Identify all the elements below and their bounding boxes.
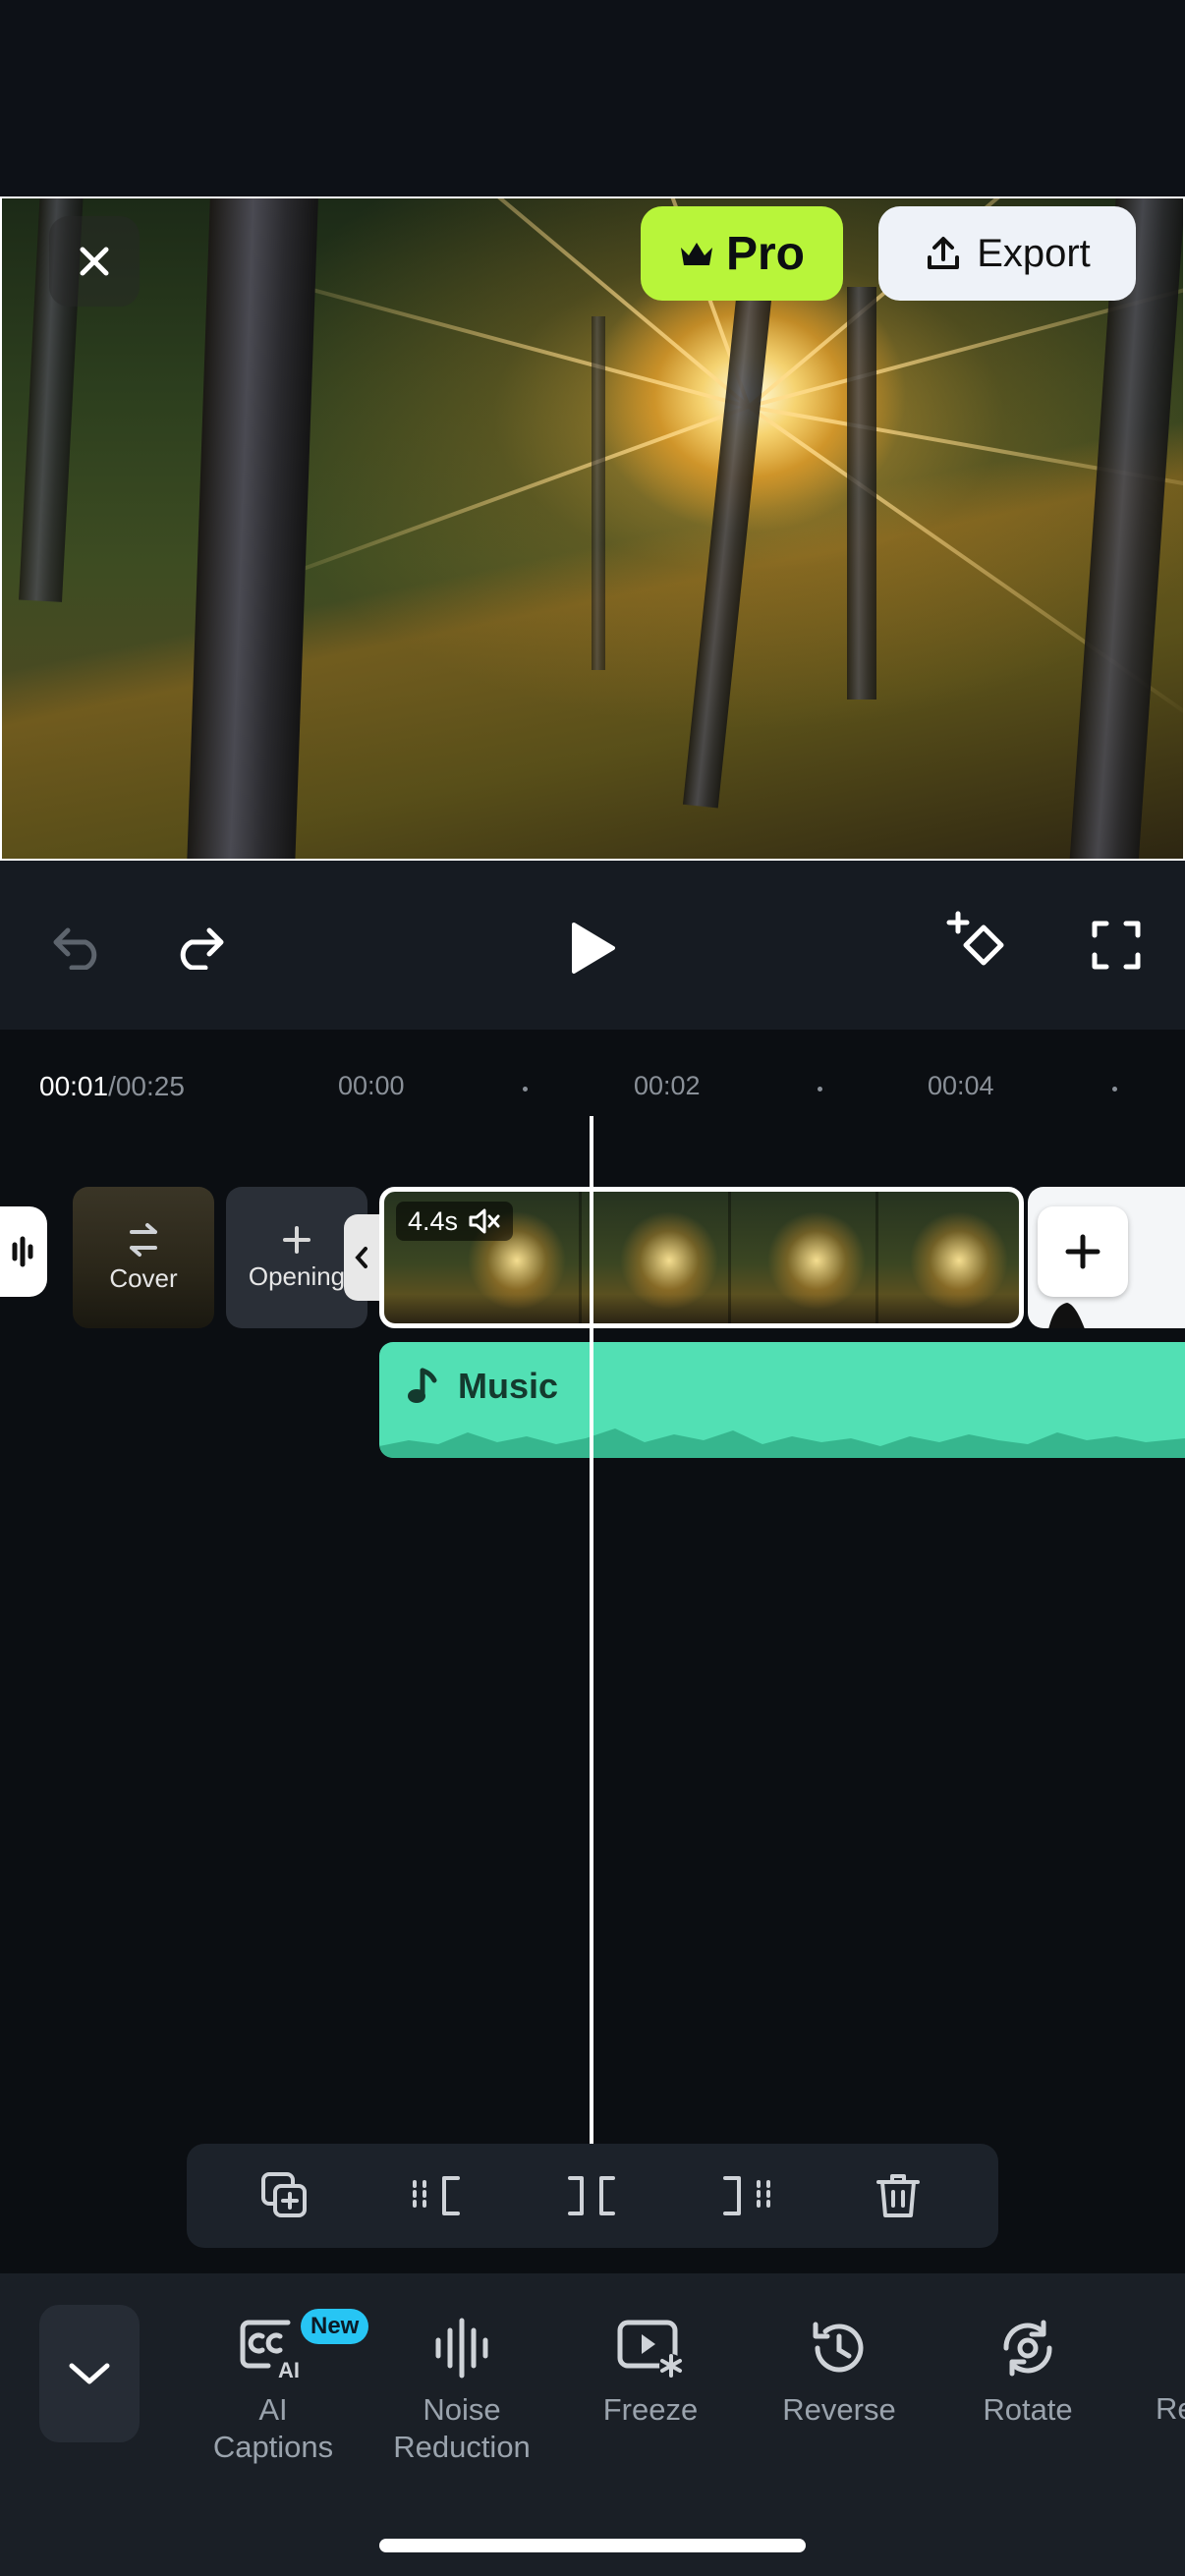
time-readout: 00:01/00:25	[39, 1071, 185, 1102]
plus-icon	[1065, 1234, 1100, 1269]
upload-icon	[928, 237, 960, 269]
pro-button[interactable]: Pro	[641, 206, 843, 301]
more-tool-clip: Re	[1152, 2317, 1185, 2444]
noise-reduction-tool[interactable]: Noise Reduction	[373, 2317, 550, 2466]
video-clip[interactable]: 4.4s	[379, 1187, 1024, 1328]
pro-label: Pro	[725, 227, 805, 280]
music-note-icon	[408, 1368, 437, 1403]
tool-label: Re	[1156, 2391, 1185, 2426]
cover-button[interactable]: Cover	[73, 1187, 214, 1328]
swap-icon	[130, 1222, 157, 1257]
keyframe-icon	[946, 911, 1004, 966]
close-button[interactable]	[49, 216, 140, 307]
play-button[interactable]	[550, 906, 635, 990]
ai-captions-icon: AI	[240, 2320, 300, 2380]
duplicate-icon	[261, 2172, 307, 2217]
music-track[interactable]: Music	[379, 1342, 1185, 1458]
ruler-tick: 00:00	[338, 1071, 405, 1100]
noise-reduction-icon	[435, 2318, 488, 2379]
mute-icon	[469, 1208, 500, 1234]
export-button[interactable]: Export	[878, 206, 1136, 301]
freeze-icon	[617, 2320, 683, 2378]
duplicate-button[interactable]	[236, 2144, 334, 2248]
export-label: Export	[977, 231, 1091, 275]
new-badge: New	[301, 2309, 369, 2344]
audio-toggle-button[interactable]	[0, 1206, 47, 1297]
redo-icon	[180, 927, 224, 970]
plus-icon	[283, 1225, 310, 1254]
tool-label: Noise Reduction	[393, 2392, 531, 2464]
crown-icon	[680, 243, 712, 265]
playback-controls	[0, 861, 1185, 1030]
reverse-tool[interactable]: Reverse	[751, 2317, 928, 2429]
split-left-icon	[413, 2176, 460, 2215]
add-clip-button[interactable]	[1038, 1206, 1128, 1297]
ruler-dot	[818, 1087, 822, 1092]
delete-button[interactable]	[849, 2144, 947, 2248]
redo-button[interactable]	[165, 906, 234, 984]
clip-duration-badge: 4.4s	[396, 1202, 514, 1241]
current-time: 00:01	[39, 1071, 109, 1101]
rotate-icon	[1003, 2320, 1052, 2377]
split-icon	[568, 2176, 615, 2215]
fullscreen-icon	[1092, 921, 1141, 970]
clip-duration: 4.4s	[408, 1205, 459, 1236]
status-area	[0, 0, 1185, 196]
split-left-button[interactable]	[389, 2144, 487, 2248]
split-right-icon	[723, 2176, 770, 2215]
fullscreen-button[interactable]	[1077, 906, 1156, 984]
svg-text:AI: AI	[278, 2358, 300, 2380]
tool-label: Rotate	[983, 2392, 1073, 2427]
ruler-tick: 00:02	[634, 1071, 701, 1100]
trash-icon	[876, 2174, 920, 2217]
keyframe-button[interactable]	[939, 900, 1018, 988]
reverse-icon	[813, 2322, 864, 2373]
cover-label: Cover	[109, 1262, 178, 1293]
split-button[interactable]	[542, 2144, 641, 2248]
frame-divider	[579, 1192, 582, 1323]
tool-label: Reverse	[782, 2392, 896, 2427]
playhead[interactable]	[590, 1116, 593, 2146]
rotate-tool[interactable]: Rotate	[939, 2317, 1116, 2429]
undo-icon	[53, 927, 97, 970]
music-label-group: Music	[407, 1366, 558, 1407]
chevron-down-icon	[69, 2363, 110, 2384]
frame-divider	[728, 1192, 731, 1323]
music-label: Music	[458, 1366, 559, 1406]
freeze-tool[interactable]: Freeze	[562, 2317, 739, 2429]
collapse-button[interactable]	[39, 2305, 140, 2442]
clip-left-trim-handle[interactable]	[344, 1214, 379, 1301]
tool-label: Freeze	[602, 2392, 699, 2427]
undo-button[interactable]	[43, 906, 112, 984]
clip-edit-toolbar	[187, 2144, 998, 2248]
total-time: /00:25	[108, 1071, 185, 1101]
more-tool[interactable]: Re	[1156, 2391, 1185, 2427]
music-waveform	[379, 1428, 1185, 1458]
ruler-dot	[1112, 1087, 1117, 1092]
frame-divider	[875, 1192, 878, 1323]
opening-label: Opening	[248, 1260, 346, 1291]
close-icon	[80, 247, 109, 276]
tool-label: AI Captions	[212, 2392, 334, 2464]
ruler-dot	[523, 1087, 528, 1092]
chevron-left-icon	[355, 1247, 367, 1268]
ruler-tick: 00:04	[928, 1071, 994, 1100]
home-indicator	[379, 2539, 806, 2552]
play-icon	[572, 923, 615, 974]
audio-waveform-icon	[12, 1236, 33, 1267]
split-right-button[interactable]	[696, 2144, 794, 2248]
